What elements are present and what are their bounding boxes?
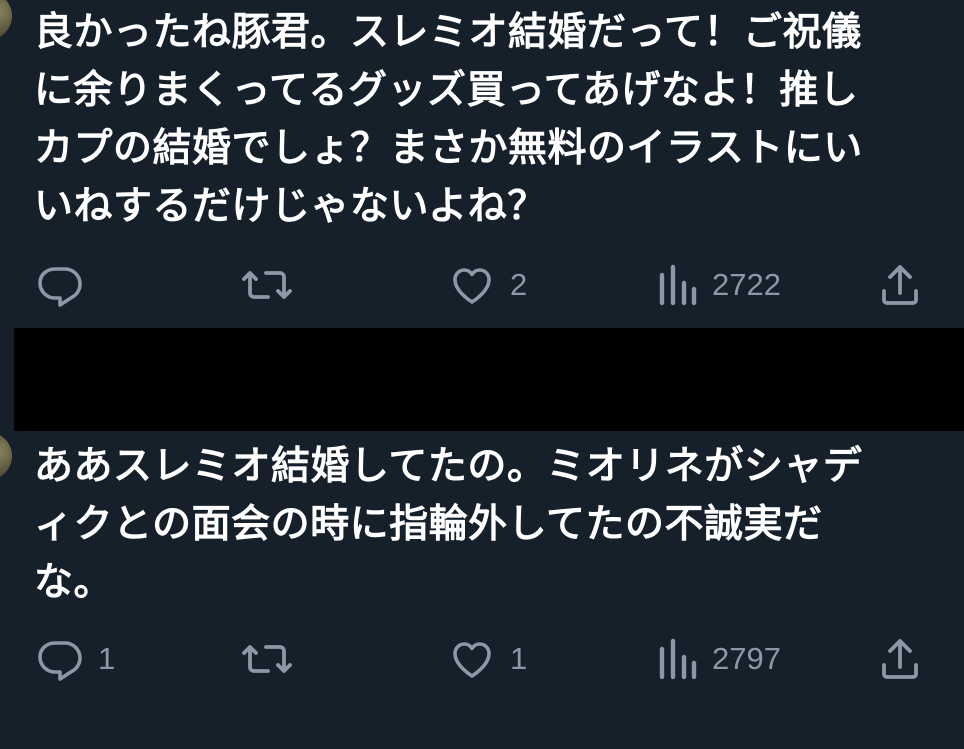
share-button[interactable] [876,260,924,310]
redacted-block [14,328,964,431]
tweet-text: ああスレミオ結婚してたの。ミオリネがシャデ ィクとの面会の時に指輪外してたの不誠… [34,444,863,605]
retweet-button[interactable] [240,260,308,310]
views-button[interactable]: 2722 [654,260,781,310]
avatar[interactable] [0,432,12,480]
like-button[interactable]: 2 [448,260,527,310]
share-button[interactable] [876,634,924,684]
reply-count: 1 [98,641,116,676]
like-count: 1 [510,641,528,676]
retweet-icon [242,271,292,299]
heart-icon [453,268,491,304]
view-count: 2797 [712,641,781,676]
tweet-text: 良かったね豚君。スレミオ結婚だって！ご祝儀 に余りまくってるグッズ買ってあげなよ… [34,10,863,229]
reply-icon [38,267,82,307]
avatar[interactable] [0,0,12,40]
reply-button[interactable]: 1 [36,634,115,684]
view-count: 2722 [712,267,781,302]
tweet-actions: 2 2722 [0,260,964,310]
views-icon [659,264,697,306]
like-count: 2 [510,267,528,302]
like-button[interactable]: 1 [448,634,527,684]
reply-icon [38,641,82,681]
reply-button[interactable] [36,260,98,310]
retweet-icon [242,645,292,673]
retweet-button[interactable] [240,634,308,684]
views-icon [659,638,697,680]
tweet-actions: 1 1 2797 [0,634,964,684]
heart-icon [453,642,491,678]
views-button[interactable]: 2797 [654,634,781,684]
share-icon [882,265,918,305]
share-icon [882,639,918,679]
